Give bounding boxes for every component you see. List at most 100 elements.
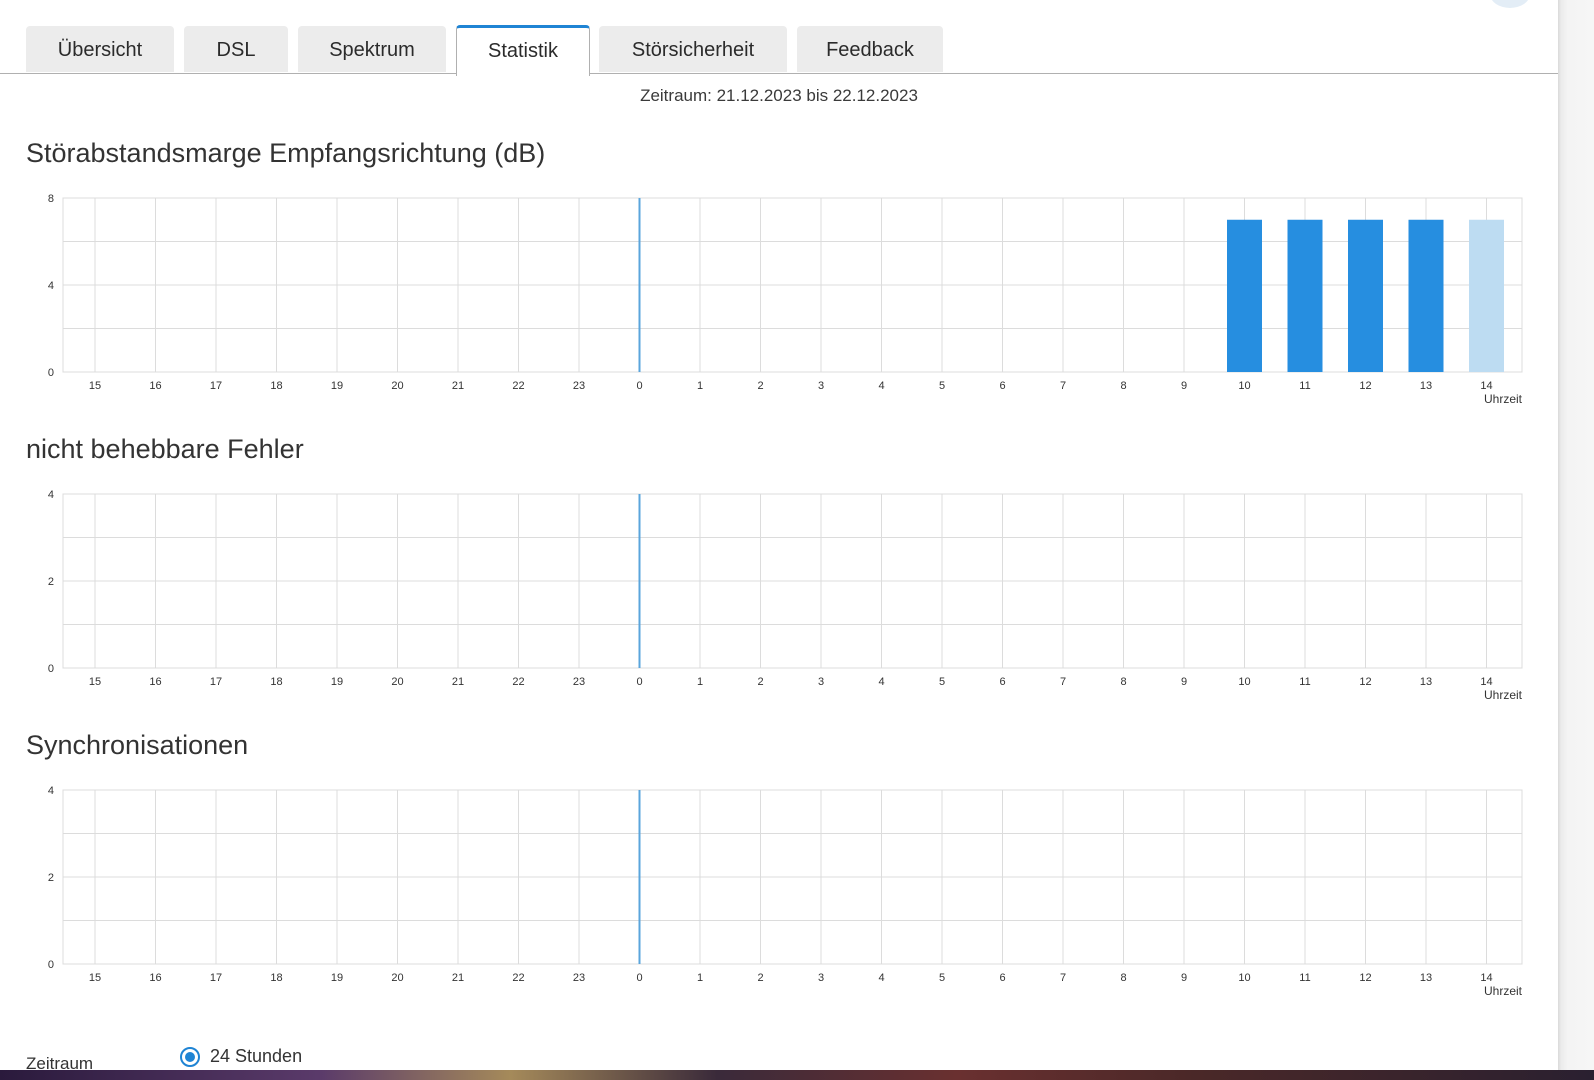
x-tick-label: 5	[939, 676, 945, 688]
x-tick-label: 10	[1238, 972, 1250, 984]
chart-uncorrectable-errors: 02415 16 17 18 19 20 21 22 23 0 1 2 3 4 5 6 7 8 9 10 11 12 13 1…	[48, 489, 1523, 702]
x-tick-label: 16	[149, 676, 161, 688]
y-tick-label: 0	[48, 367, 54, 379]
chart-snr-margin: 04815 16 17 18 19 20 21 22 23 0 1 2 3 4 5 6 7 8 9 10 11 12 13 1…	[48, 193, 1523, 406]
chart-synchronisations: 02415 16 17 18 19 20 21 22 23 0 1 2 3 4 5 6 7 8 9 10 11 12 13 1…	[48, 785, 1523, 998]
x-tick-label: 17	[210, 972, 222, 984]
tab-statistik[interactable]: Statistik	[456, 25, 590, 76]
period-24h-option[interactable]: 24 Stunden	[180, 1046, 302, 1067]
x-tick-label: 15	[89, 972, 101, 984]
y-tick-label: 2	[48, 576, 54, 588]
x-tick-label: 0	[636, 676, 642, 688]
chart-title-uncorrectable-errors: nicht behebbare Fehler	[26, 434, 304, 464]
y-tick-label: 4	[48, 489, 54, 501]
x-tick-label: 7	[1060, 380, 1066, 392]
x-tick-label: 12	[1359, 972, 1371, 984]
x-tick-label: 21	[452, 972, 464, 984]
bar-14	[1469, 219, 1504, 372]
bar-13	[1408, 219, 1444, 372]
x-tick-label: 18	[270, 972, 282, 984]
x-tick-label: 13	[1420, 972, 1432, 984]
x-tick-label: 13	[1420, 676, 1432, 688]
period-text: Zeitraum: 21.12.2023 bis 22.12.2023	[640, 86, 918, 105]
x-tick-label: 17	[210, 676, 222, 688]
x-tick-label: 21	[452, 676, 464, 688]
bar-11	[1287, 219, 1323, 372]
x-tick-label: 1	[697, 380, 703, 392]
x-tick-label: 15	[89, 676, 101, 688]
x-tick-label: 4	[878, 972, 884, 984]
x-axis-label: Uhrzeit	[1484, 392, 1523, 406]
y-tick-label: 0	[48, 663, 54, 675]
x-tick-label: 11	[1299, 380, 1310, 392]
window-edge	[1558, 0, 1594, 1080]
x-tick-label: 4	[878, 380, 884, 392]
tab-dsl[interactable]: DSL	[184, 26, 288, 72]
x-tick-label: 3	[818, 972, 824, 984]
x-tick-label: 2	[757, 676, 763, 688]
x-tick-label: 1	[697, 972, 703, 984]
x-tick-label: 0	[636, 972, 642, 984]
x-tick-label: 8	[1120, 676, 1126, 688]
x-tick-label: 14	[1480, 972, 1492, 984]
x-tick-label: 23	[573, 380, 585, 392]
x-tick-label: 8	[1120, 380, 1126, 392]
bar-12	[1348, 219, 1383, 372]
x-tick-label: 5	[939, 380, 945, 392]
x-tick-label: 18	[270, 676, 282, 688]
y-tick-label: 8	[48, 193, 54, 205]
x-tick-label: 6	[999, 972, 1005, 984]
x-tick-label: 23	[573, 676, 585, 688]
x-tick-label: 6	[999, 380, 1005, 392]
x-tick-label: 22	[512, 972, 524, 984]
x-tick-label: 14	[1480, 380, 1492, 392]
x-tick-label: 19	[331, 380, 343, 392]
x-tick-label: 21	[452, 380, 464, 392]
y-tick-label: 4	[48, 280, 54, 292]
y-tick-label: 2	[48, 872, 54, 884]
x-tick-label: 9	[1181, 380, 1187, 392]
x-tick-label: 18	[270, 380, 282, 392]
x-tick-label: 9	[1181, 972, 1187, 984]
x-tick-label: 20	[391, 380, 403, 392]
x-tick-label: 12	[1359, 380, 1371, 392]
x-tick-label: 17	[210, 380, 222, 392]
x-tick-label: 10	[1238, 380, 1250, 392]
avatar[interactable]	[1490, 0, 1530, 8]
x-tick-label: 7	[1060, 972, 1066, 984]
period-selector-label: Zeitraum	[26, 1054, 94, 1070]
x-axis-label: Uhrzeit	[1484, 688, 1523, 702]
x-tick-label: 3	[818, 380, 824, 392]
x-tick-label: 19	[331, 676, 343, 688]
y-tick-label: 4	[48, 785, 54, 797]
x-tick-label: 3	[818, 676, 824, 688]
x-tick-label: 11	[1299, 676, 1310, 688]
x-tick-label: 22	[512, 676, 524, 688]
x-tick-label: 0	[636, 380, 642, 392]
y-tick-label: 0	[48, 959, 54, 971]
x-tick-label: 16	[149, 972, 161, 984]
chart-title-snr-margin: Störabstandsmarge Empfangsrichtung (dB)	[26, 138, 546, 168]
tab-spektrum[interactable]: Spektrum	[298, 26, 446, 72]
x-tick-label: 4	[878, 676, 884, 688]
x-tick-label: 23	[573, 972, 585, 984]
x-tick-label: 22	[512, 380, 524, 392]
chart-title-synchronisations: Synchronisationen	[26, 730, 249, 760]
x-tick-label: 7	[1060, 676, 1066, 688]
x-tick-label: 16	[149, 380, 161, 392]
x-tick-label: 2	[757, 972, 763, 984]
statistics-page: Übersicht DSL Spektrum Statistik Störsic…	[0, 0, 1558, 1070]
tab-uebersicht[interactable]: Übersicht	[26, 26, 174, 72]
x-tick-label: 14	[1480, 676, 1492, 688]
period-24h-label: 24 Stunden	[210, 1046, 303, 1066]
x-tick-label: 9	[1181, 676, 1187, 688]
x-tick-label: 1	[697, 676, 703, 688]
x-axis-label: Uhrzeit	[1484, 984, 1523, 998]
tab-stoersicherheit[interactable]: Störsicherheit	[599, 26, 787, 72]
x-tick-label: 11	[1299, 972, 1310, 984]
radio-selected-icon[interactable]	[180, 1046, 200, 1067]
x-tick-label: 5	[939, 972, 945, 984]
x-tick-label: 12	[1359, 676, 1371, 688]
tab-feedback[interactable]: Feedback	[797, 26, 943, 72]
x-tick-label: 19	[331, 972, 343, 984]
